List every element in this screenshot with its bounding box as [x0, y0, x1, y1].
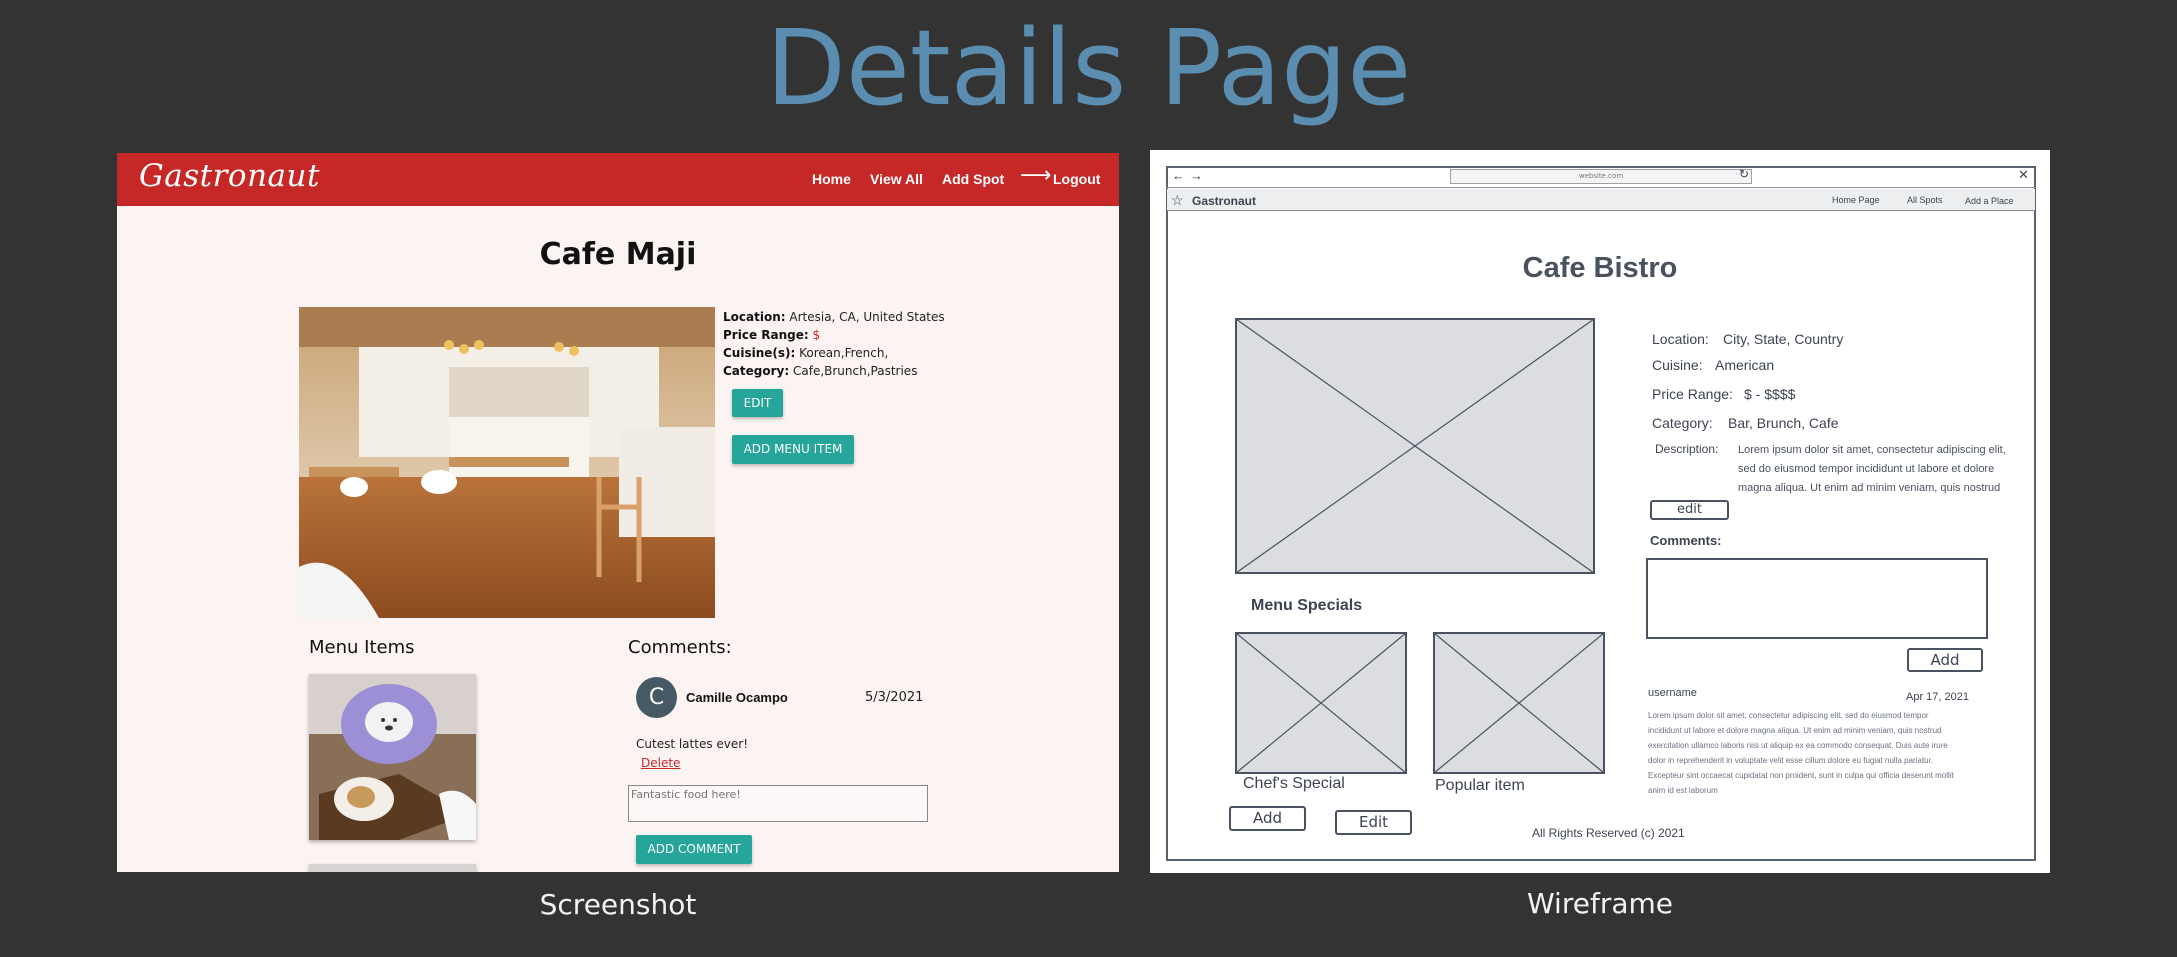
wf-popular-item-label: Popular item [1435, 777, 1525, 794]
wf-category-label: Category: [1652, 415, 1713, 431]
wf-description-line-2: sed do eiusmod tempor incididunt ut labo… [1738, 463, 1995, 475]
wf-comment-line-3: exercitation ullamco laboris nisi ut ali… [1648, 741, 1948, 750]
wf-comment-line-1: Lorem ipsum dolor sit amet, consectetur … [1648, 711, 1929, 720]
reload-icon[interactable]: ↻ [1739, 167, 1749, 181]
restaurant-name: Cafe Maji [539, 237, 697, 272]
wf-footer: All Rights Reserved (c) 2021 [1532, 826, 1685, 840]
wf-description-label: Description: [1655, 442, 1719, 456]
cuisine-label: Cuisine(s): [723, 346, 796, 360]
wf-price-value: $ - $$$$ [1744, 386, 1796, 402]
wf-price-label: Price Range: [1652, 386, 1733, 402]
wf-popular-item-image [1433, 632, 1605, 774]
nav-home-link[interactable]: Home [812, 171, 851, 187]
wf-comment-line-4: dolor in reprehenderit in voluptate veli… [1648, 756, 1934, 765]
wf-location-label: Location: [1652, 331, 1709, 347]
star-icon: ☆ [1171, 192, 1184, 208]
wireframe-url-bar[interactable]: website.com [1450, 169, 1752, 184]
screenshot-caption: Screenshot [539, 888, 697, 921]
wireframe-panel: ← → website.com ↻ ✕ ☆ Gastronaut Home Pa… [1150, 150, 2050, 873]
wf-comment-line-5: Excepteur sint occaecat cupidatat non pr… [1648, 771, 1954, 780]
nav-add-spot-link[interactable]: Add Spot [942, 171, 1004, 187]
location-row: Location: Artesia, CA, United States [723, 308, 1023, 326]
wf-menu-specials-title: Menu Specials [1251, 597, 1363, 614]
location-value: Artesia, CA, United States [789, 310, 945, 324]
wf-comment-date: Apr 17, 2021 [1906, 691, 1969, 703]
wf-menu-add-button[interactable]: Add [1229, 806, 1306, 831]
add-menu-item-button[interactable]: ADD MENU ITEM [732, 435, 854, 464]
nav-logout-link[interactable]: Logout [1053, 171, 1100, 187]
wf-cuisine-label: Cuisine: [1652, 357, 1703, 373]
wf-comments-label: Comments: [1650, 533, 1722, 548]
menu-item-image-2[interactable] [309, 864, 476, 872]
forward-arrow-icon[interactable]: → [1190, 168, 1203, 183]
wf-chefs-special-label: Chef's Special [1243, 775, 1345, 792]
wf-comment-line-2: incididunt ut labore et dolore magna ali… [1648, 726, 1942, 735]
cuisine-value: Korean,French, [799, 346, 889, 360]
wf-description-line-3: magna aliqua. Ut enim ad minim veniam, q… [1738, 482, 2001, 494]
cuisine-row: Cuisine(s): Korean,French, [723, 344, 1023, 362]
wf-comment-username: username [1648, 687, 1697, 699]
comment-text: Cutest lattes ever! [636, 737, 749, 751]
menu-items-title: Menu Items [309, 637, 415, 658]
delete-comment-link[interactable]: Delete [641, 756, 680, 770]
comment-input[interactable] [628, 785, 928, 822]
wireframe-nav-add-place[interactable]: Add a Place [1965, 196, 2014, 206]
location-label: Location: [723, 310, 786, 324]
wireframe-title: Cafe Bistro [1522, 252, 1678, 284]
price-value: $ [812, 328, 821, 342]
wf-edit-button[interactable]: edit [1650, 500, 1729, 520]
logout-arrow-icon: ⟶ [1020, 163, 1052, 188]
wireframe-nav-all-spots[interactable]: All Spots [1907, 195, 1943, 205]
wf-comment-line-6: anim id est laborum [1648, 786, 1718, 795]
wireframe-caption: Wireframe [1526, 887, 1673, 920]
wf-menu-edit-button[interactable]: Edit [1335, 810, 1412, 835]
add-comment-button[interactable]: ADD COMMENT [636, 835, 752, 864]
wf-description-line-1: Lorem ipsum dolor sit amet, consectetur … [1738, 444, 2006, 456]
avatar: C [636, 677, 677, 718]
wf-chefs-special-image [1235, 632, 1407, 774]
wireframe-brand[interactable]: Gastronaut [1192, 194, 1256, 208]
edit-button[interactable]: EDIT [732, 389, 783, 417]
restaurant-photo [299, 307, 715, 618]
price-label: Price Range: [723, 328, 809, 342]
close-icon[interactable]: ✕ [2018, 167, 2029, 183]
brand-logo[interactable]: Gastronaut [139, 158, 320, 194]
category-value: Cafe,Brunch,Pastries [792, 364, 918, 378]
wf-location-value: City, State, Country [1723, 331, 1844, 347]
menu-item-image[interactable] [309, 674, 476, 840]
category-row: Category: Cafe,Brunch,Pastries [723, 362, 1023, 380]
restaurant-info: Location: Artesia, CA, United States Pri… [723, 308, 1023, 380]
page-title: Details Page [765, 7, 1412, 129]
comment-author: Camille Ocampo [686, 690, 788, 705]
comment-date: 5/3/2021 [865, 690, 924, 705]
wf-cuisine-value: American [1715, 357, 1775, 373]
wireframe-nav-home[interactable]: Home Page [1832, 195, 1880, 205]
price-row: Price Range: $ [723, 326, 1023, 344]
back-arrow-icon[interactable]: ← [1172, 168, 1185, 183]
category-label: Category: [723, 364, 790, 378]
wf-add-comment-button[interactable]: Add [1907, 648, 1983, 672]
wf-category-value: Bar, Brunch, Cafe [1728, 415, 1839, 431]
comments-title: Comments: [628, 637, 732, 658]
wireframe-image-placeholder [1235, 318, 1595, 574]
wireframe-navbar [1167, 189, 2035, 211]
wf-comment-input[interactable] [1646, 558, 1988, 639]
navbar: Gastronaut Home View All Add Spot ⟶ Logo… [117, 153, 1119, 206]
nav-view-all-link[interactable]: View All [870, 171, 923, 187]
screenshot-panel: Gastronaut Home View All Add Spot ⟶ Logo… [117, 153, 1119, 872]
